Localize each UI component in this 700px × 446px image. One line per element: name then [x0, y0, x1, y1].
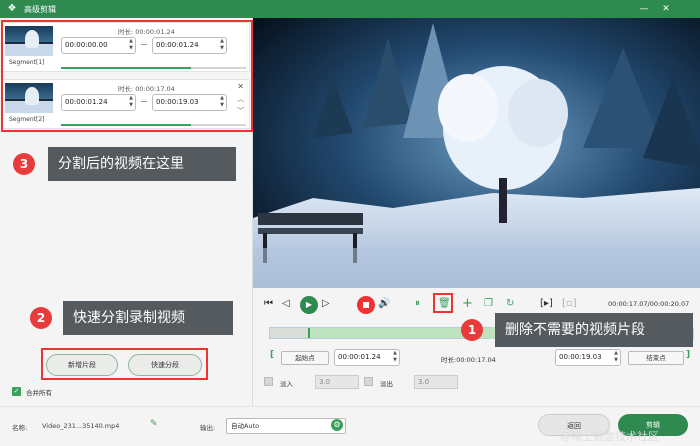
merge-all-label: 合并所有	[26, 389, 52, 397]
edit-name-icon[interactable]: ✎	[150, 419, 158, 429]
next-frame-icon[interactable]: ▷	[322, 298, 330, 309]
fade-in-checkbox[interactable]	[264, 377, 273, 386]
video-preview	[253, 18, 700, 288]
spinner-icon[interactable]: ▲ ▼	[614, 350, 618, 364]
mark-in-icon[interactable]: [▸]	[540, 298, 553, 309]
close-window-button[interactable]: ✕	[656, 0, 676, 18]
go-to-start-icon[interactable]: ⏮	[264, 298, 273, 309]
timeline-track[interactable]	[269, 327, 491, 339]
reset-icon[interactable]: ↻	[506, 298, 514, 309]
mark-out-icon[interactable]: [▫]	[562, 298, 577, 309]
fade-out-label: 淡出	[380, 380, 393, 388]
callout-badge-3: 3	[13, 153, 35, 175]
minimize-button[interactable]: —	[634, 0, 654, 18]
name-label: 名称:	[12, 424, 28, 432]
split-buttons-highlight-box	[41, 348, 208, 380]
callout-3: 分割后的视频在这里	[48, 147, 236, 181]
copy-icon[interactable]: ❐	[484, 298, 493, 309]
start-time-field[interactable]: 00:00:01.24 ▲ ▼	[334, 349, 400, 366]
app-logo-icon: ❖	[7, 3, 17, 14]
callout-badge-1: 1	[461, 319, 483, 341]
watermark: @稀土掘金技术社区	[560, 430, 659, 443]
window-title: 高级剪辑	[24, 4, 56, 14]
prev-frame-icon[interactable]: ◁	[282, 298, 290, 309]
duration-label: 时长:00:00:17.04	[441, 356, 496, 364]
fade-in-label: 淡入	[280, 380, 293, 388]
fade-in-field[interactable]: 3.0	[315, 375, 359, 389]
set-end-point-button[interactable]: 结束点	[628, 351, 684, 365]
add-icon[interactable]: +	[462, 296, 473, 311]
set-start-point-button[interactable]: 起始点	[281, 351, 329, 365]
fade-out-field[interactable]: 3.0	[414, 375, 458, 389]
title-bar: ❖ 高级剪辑 — ✕	[0, 0, 700, 18]
delete-highlight-box	[433, 293, 453, 313]
time-display: 00:00:17.07/00:00:20.07	[608, 300, 690, 308]
segments-highlight-box	[1, 20, 253, 132]
split-icon[interactable]: ⏸	[415, 298, 420, 309]
volume-icon[interactable]: 🔊	[378, 298, 390, 309]
snow-scene-image	[253, 18, 700, 288]
file-name: Video_231...35140.mp4	[42, 422, 120, 430]
stop-record-button[interactable]	[357, 296, 375, 314]
callout-badge-2: 2	[30, 307, 52, 329]
output-select[interactable]: 自动Auto	[226, 418, 346, 434]
callout-1: 删除不需要的视频片段	[495, 313, 693, 347]
callout-2: 快速分割录制视频	[63, 301, 233, 335]
play-button[interactable]: ▶	[300, 296, 318, 314]
end-time-field[interactable]: 00:00:19.03 ▲ ▼	[555, 349, 621, 366]
merge-all-checkbox[interactable]: ✓	[12, 387, 21, 396]
fade-out-checkbox[interactable]	[364, 377, 373, 386]
output-settings-gear-icon[interactable]: ⚙	[331, 419, 343, 431]
spinner-icon[interactable]: ▲ ▼	[393, 350, 397, 364]
output-label: 输出:	[200, 424, 216, 432]
